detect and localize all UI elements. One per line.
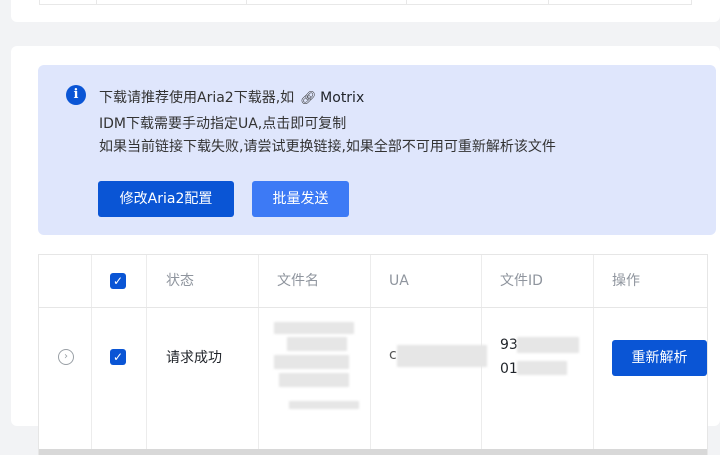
link-icon: 🔗︎	[300, 91, 317, 106]
column-divider	[593, 255, 594, 455]
info-icon: i	[66, 85, 86, 105]
header-file-id: 文件ID	[500, 273, 543, 289]
previous-table-card	[11, 0, 720, 22]
row-checkbox[interactable]: ✓	[110, 349, 126, 365]
column-divider	[406, 0, 407, 4]
filename-redacted	[274, 322, 354, 334]
column-divider	[246, 0, 247, 4]
ua-value[interactable]: c	[389, 347, 397, 363]
file-id-redacted	[517, 361, 567, 375]
notice-line-1: 下载请推荐使用Aria2下载器,如 🔗︎ Motrix	[99, 87, 364, 107]
filename-redacted	[287, 337, 347, 351]
batch-send-button[interactable]: 批量发送	[252, 181, 349, 217]
file-id-line-2: 01	[500, 361, 518, 377]
previous-table-bottom	[39, 0, 692, 5]
header-status: 状态	[166, 273, 194, 289]
header-filename: 文件名	[277, 273, 319, 289]
edit-aria2-config-button[interactable]: 修改Aria2配置	[98, 181, 234, 217]
column-divider	[548, 0, 549, 4]
horizontal-scrollbar[interactable]	[39, 449, 707, 455]
expand-row-icon[interactable]: ›	[58, 349, 74, 365]
column-divider	[370, 255, 371, 455]
header-action: 操作	[612, 273, 640, 289]
ua-redacted	[397, 345, 487, 367]
download-card: i 下载请推荐使用Aria2下载器,如 🔗︎ Motrix IDM下载需要手动指定U…	[11, 46, 720, 455]
column-divider	[146, 255, 147, 455]
header-divider	[39, 307, 707, 308]
select-all-checkbox[interactable]: ✓	[110, 273, 126, 289]
download-notice: i 下载请推荐使用Aria2下载器,如 🔗︎ Motrix IDM下载需要手动指定U…	[38, 65, 716, 235]
filename-redacted	[274, 355, 349, 369]
notice-line-3: 如果当前链接下载失败,请尝试更换链接,如果全部不可用可重新解析该文件	[99, 139, 556, 155]
file-id-line-1: 93	[500, 337, 518, 353]
file-table: ✓ 状态 文件名 UA 文件ID 操作 › ✓ 请求成功 c 93 01 重新解…	[38, 254, 708, 455]
status-text: 请求成功	[166, 350, 222, 366]
notice-line-2[interactable]: IDM下载需要手动指定UA,点击即可复制	[99, 113, 346, 133]
reparse-button[interactable]: 重新解析	[612, 340, 707, 376]
file-id-redacted	[517, 337, 579, 353]
header-ua: UA	[389, 273, 409, 289]
column-divider	[91, 255, 92, 455]
filename-redacted	[279, 373, 349, 387]
column-divider	[258, 255, 259, 455]
motrix-link[interactable]: Motrix	[320, 90, 364, 106]
column-divider	[96, 0, 97, 4]
filename-redacted	[289, 401, 359, 409]
notice-text: 下载请推荐使用Aria2下载器,如	[99, 90, 295, 106]
